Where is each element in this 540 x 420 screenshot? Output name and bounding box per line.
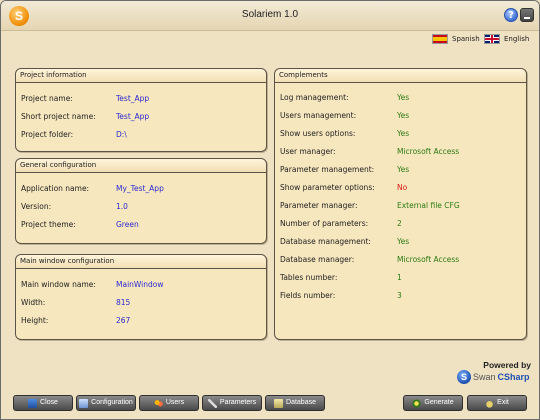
field-label: Project theme: [21,220,76,229]
configuration-button-label: Configuration [91,399,133,406]
parameters-button[interactable]: Parameters [202,395,262,411]
language-spanish[interactable]: Spanish [432,34,480,44]
field-label: Version: [21,202,52,211]
number-of-parameters-value: 2 [397,219,402,228]
field-label: Height: [21,316,49,325]
height-value: 267 [116,316,131,325]
exit-button[interactable]: Exit [467,395,527,411]
version-value: 1.0 [116,202,128,211]
exit-button-label: Exit [497,399,509,406]
show-users-options-value: Yes [397,129,410,138]
wrench-icon [207,398,217,408]
main-window-name-value: MainWindow [116,280,164,289]
close-button-label: Close [40,399,58,406]
minimize-button[interactable] [520,8,534,22]
panel-header: Complements [275,69,526,83]
field-label: Database management: [280,237,371,246]
brand-name-part1: Swan [473,372,496,382]
short-project-name-value: Test_App [116,112,150,121]
panel-header: General configuration [16,159,266,173]
user-manager-value: Microsoft Access [397,147,460,156]
field-label: Log management: [280,93,349,102]
general-config-panel: General configuration Application name: … [15,158,267,244]
panel-header: Project information [16,69,266,83]
close-icon [28,398,38,408]
database-button[interactable]: Database [265,395,325,411]
project-folder-value: D:\ [116,130,127,139]
generate-button[interactable]: Generate [403,395,463,411]
field-label: Fields number: [280,291,336,300]
database-manager-value: Microsoft Access [397,255,460,264]
database-management-value: Yes [397,237,410,246]
field-label: Show users options: [280,129,356,138]
show-parameter-options-value: No [397,183,408,192]
fields-number-value: 3 [397,291,402,300]
users-icon [153,398,163,408]
database-icon [274,398,284,408]
width-value: 815 [116,298,131,307]
brand-logo: S Swan CSharp [457,370,530,384]
title-bar: S Solariem 1.0 ? [1,1,539,31]
project-theme-value: Green [116,220,139,229]
help-icon[interactable]: ? [504,8,518,22]
main-window-config-panel: Main window configuration Main window na… [15,254,267,340]
flag-es-icon [432,34,448,44]
project-name-value: Test_App [116,94,150,103]
exit-icon [485,398,495,408]
language-english-label: English [504,35,530,43]
language-english[interactable]: English [484,34,529,44]
field-label: User manager: [280,147,336,156]
field-label: Project name: [21,94,73,103]
parameter-manager-value: External file CFG [397,201,460,210]
users-button[interactable]: Users [139,395,199,411]
main-window: S Solariem 1.0 ? Spanish English Project… [0,0,540,420]
application-name-value: My_Test_App [116,184,164,193]
database-button-label: Database [286,399,316,406]
brand-name-part2: CSharp [497,372,530,382]
generate-icon [412,398,422,408]
close-button[interactable]: Close [13,395,73,411]
field-label: Number of parameters: [280,219,369,228]
field-label: Short project name: [21,112,96,121]
complements-panel: Complements Log management: Yes Users ma… [274,68,527,340]
field-label: Users management: [280,111,357,120]
field-label: Project folder: [21,130,74,139]
panel-header: Main window configuration [16,255,266,269]
field-label: Application name: [21,184,90,193]
flag-gb-icon [484,34,500,44]
powered-by-label: Powered by [483,360,531,370]
configuration-icon [79,398,89,408]
field-label: Width: [21,298,46,307]
log-management-value: Yes [397,93,410,102]
project-info-panel: Project information Project name: Test_A… [15,68,267,152]
generate-button-label: Generate [424,399,454,406]
users-management-value: Yes [397,111,410,120]
users-button-label: Users [165,399,185,406]
field-label: Parameter management: [280,165,375,174]
parameters-button-label: Parameters [219,399,257,406]
parameter-management-value: Yes [397,165,410,174]
field-label: Database manager: [280,255,355,264]
field-label: Main window name: [21,280,96,289]
language-spanish-label: Spanish [452,35,480,43]
configuration-button[interactable]: Configuration [76,395,136,411]
field-label: Parameter manager: [280,201,358,210]
swancsharp-logo-icon: S [457,370,471,384]
field-label: Tables number: [280,273,338,282]
tables-number-value: 1 [397,273,402,282]
window-title: Solariem 1.0 [241,9,299,20]
field-label: Show parameter options: [280,183,375,192]
